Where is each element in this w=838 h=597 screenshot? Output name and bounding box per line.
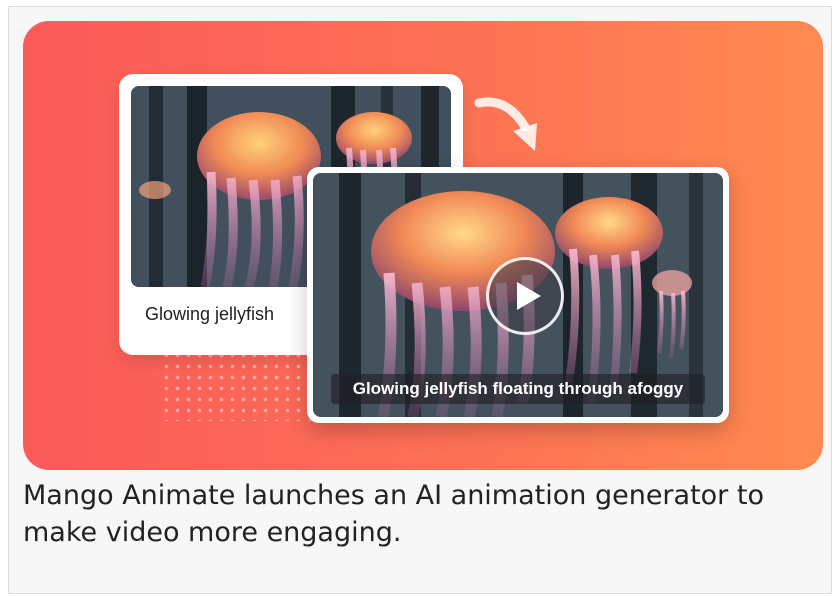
play-button[interactable] [486, 257, 564, 335]
video-card[interactable]: Glowing jellyfish floating through afogg… [307, 167, 729, 423]
article-caption[interactable]: Mango Animate launches an AI animation g… [23, 477, 823, 551]
hero-banner[interactable]: Glowing jellyfish Glowing jellyfish floa… [23, 21, 823, 470]
video-subtitle-text: Glowing jellyfish floating through afogg… [352, 379, 684, 398]
curved-arrow-icon [474, 97, 537, 151]
video-thumbnail[interactable]: Glowing jellyfish floating through afogg… [313, 173, 723, 417]
video-subtitle-bar: Glowing jellyfish floating through afogg… [331, 374, 705, 404]
article-card[interactable]: Glowing jellyfish Glowing jellyfish floa… [8, 6, 832, 594]
play-icon [517, 282, 541, 310]
source-image-caption: Glowing jellyfish [145, 304, 275, 324]
